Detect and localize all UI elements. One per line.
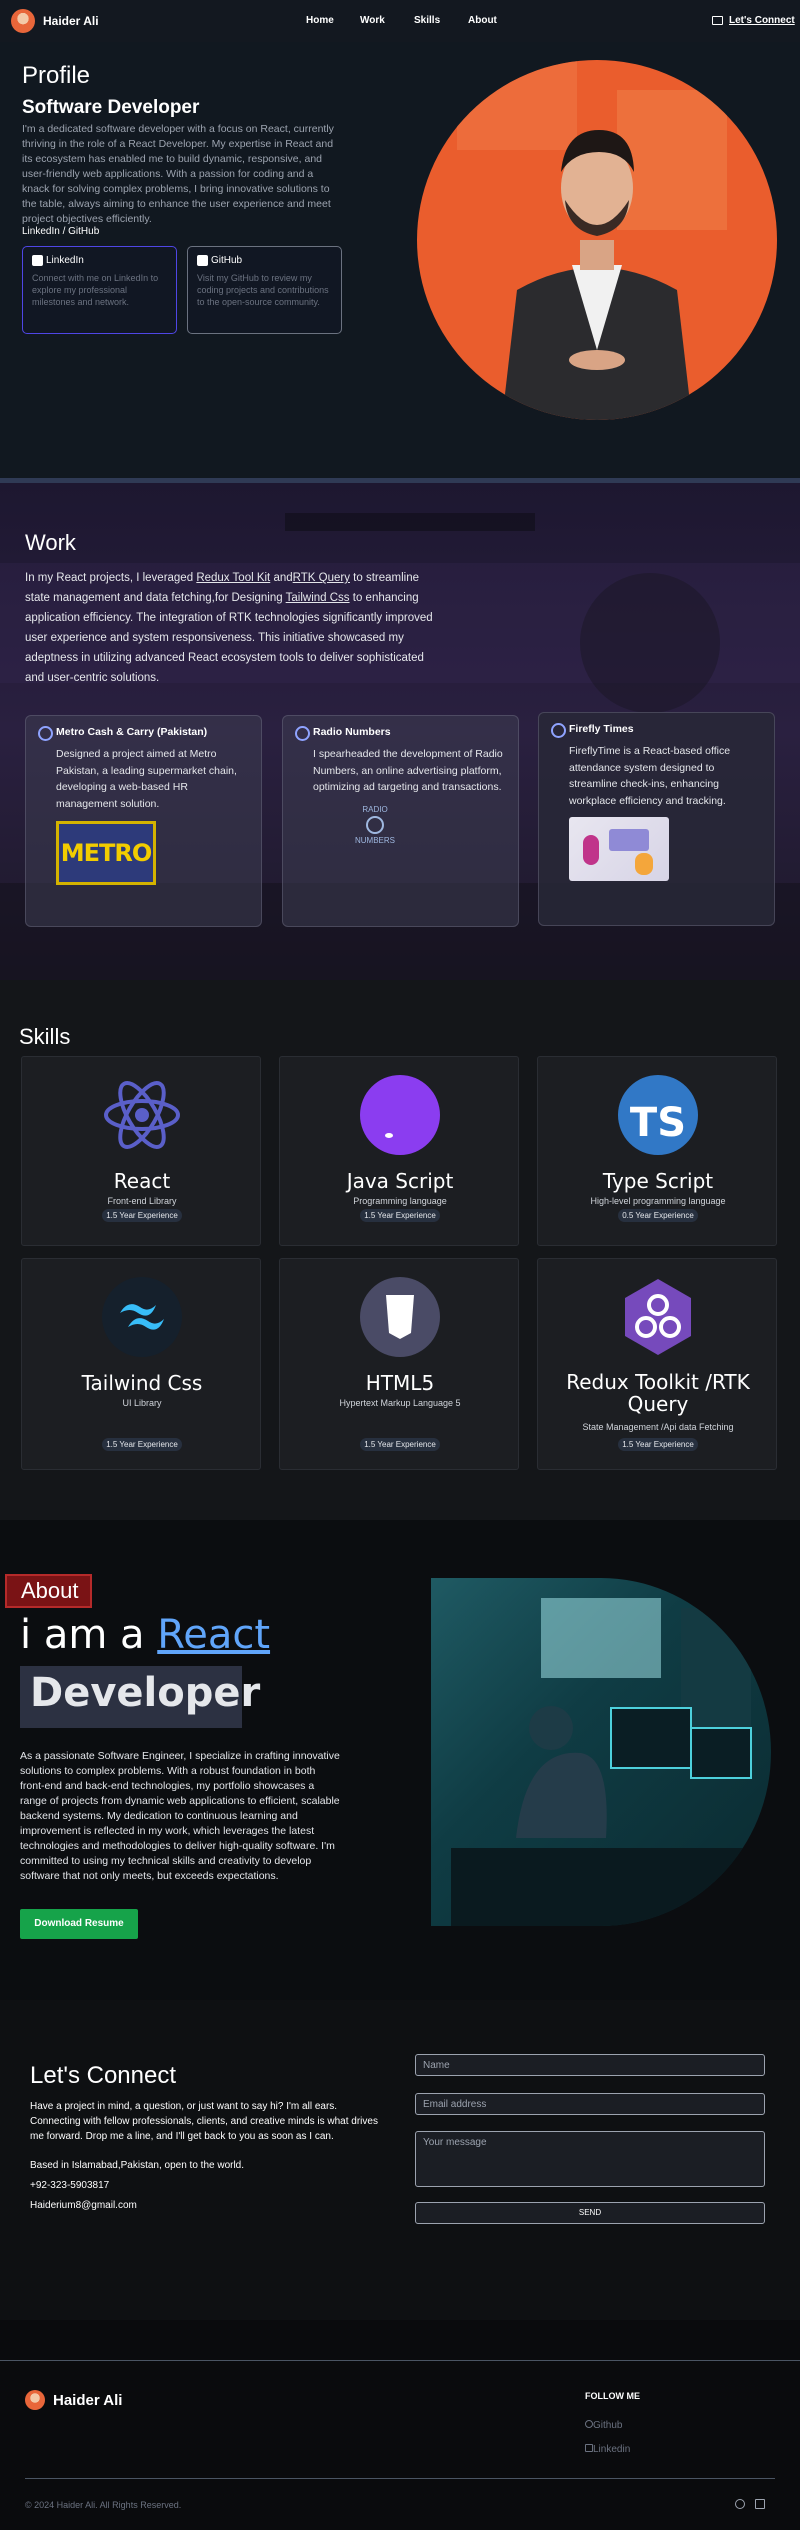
skill-card-react: React Front-end Library 1.5 Year Experie… xyxy=(21,1056,261,1246)
developer-heading: Developer xyxy=(20,1666,260,1728)
skill-category: State Management /Api data Fetching xyxy=(582,1422,734,1432)
footer xyxy=(0,2320,800,2530)
skill-card-javascript: Java Script Programming language 1.5 Yea… xyxy=(279,1056,519,1246)
nav-link-about[interactable]: About xyxy=(468,15,497,26)
copyright-text: © 2024 Haider Ali. All Rights Reserved. xyxy=(25,2500,182,2510)
react-icon xyxy=(102,1075,182,1155)
nav-link-skills[interactable]: Skills xyxy=(414,15,440,26)
firefly-illustration xyxy=(569,817,669,881)
linkedin-icon[interactable] xyxy=(755,2499,765,2509)
about-paragraph: As a passionate Software Engineer, I spe… xyxy=(20,1750,340,1882)
experience-badge: 1.5 Year Experience xyxy=(102,1438,182,1451)
links-label: LinkedIn / GitHub xyxy=(22,226,100,237)
github-icon xyxy=(585,2420,593,2428)
project-desc: I spearheaded the development of Radio N… xyxy=(313,748,503,793)
html5-icon xyxy=(360,1277,440,1357)
developer-illustration xyxy=(431,1578,771,1926)
hero-subtitle: Software Developer xyxy=(22,97,200,118)
work-title: Work xyxy=(25,530,76,555)
project-desc: Designed a project aimed at Metro Pakist… xyxy=(56,748,237,810)
linkedin-card[interactable]: LinkedIn Connect with me on LinkedIn to … xyxy=(22,246,177,334)
phone-text: +92-323-5903817 xyxy=(30,2180,110,2191)
send-button[interactable]: SEND xyxy=(415,2202,765,2224)
connect-title: Let's Connect xyxy=(30,2062,177,2089)
github-icon[interactable] xyxy=(735,2499,745,2509)
experience-badge: 1.5 Year Experience xyxy=(102,1209,182,1222)
skill-category: UI Library xyxy=(122,1398,162,1408)
redux-toolkit-link[interactable]: Redux Tool Kit xyxy=(196,572,270,584)
lets-connect-link[interactable]: Let's Connect xyxy=(729,15,795,26)
skill-category: Front-end Library xyxy=(107,1196,177,1206)
location-text: Based in Islamabad,Pakistan, open to the… xyxy=(30,2160,245,2171)
project-title: Metro Cash & Carry (Pakistan) xyxy=(38,726,249,741)
about-heading: i am a React xyxy=(20,1612,271,1658)
hero-paragraph: I'm a dedicated software developer with … xyxy=(22,123,334,225)
skill-card-tailwind: Tailwind Css UI Library 1.5 Year Experie… xyxy=(21,1258,261,1470)
typescript-icon: TS xyxy=(618,1075,698,1155)
skill-name: React xyxy=(113,1169,171,1193)
rtk-query-link[interactable]: RTK Query xyxy=(293,572,350,584)
github-icon xyxy=(197,255,208,266)
brand-name[interactable]: Haider Ali xyxy=(43,14,99,28)
profile-photo xyxy=(417,60,777,420)
skill-card-typescript: TS Type Script High-level programming la… xyxy=(537,1056,777,1246)
github-card[interactable]: GitHub Visit my GitHub to review my codi… xyxy=(187,246,342,334)
project-card-metro[interactable]: Metro Cash & Carry (Pakistan) Designed a… xyxy=(25,715,262,927)
work-paragraph: In my React projects, I leveraged Redux … xyxy=(25,572,433,684)
name-field[interactable]: Name xyxy=(415,2054,765,2076)
footer-github-link[interactable]: Github xyxy=(585,2420,622,2431)
linkedin-card-title: LinkedIn xyxy=(46,255,84,266)
footer-brand: Haider Ali xyxy=(53,2392,123,2409)
contact-card-icon xyxy=(712,16,723,25)
project-title: Firefly Times xyxy=(551,723,762,738)
skills-title: Skills xyxy=(19,1024,71,1049)
top-navbar xyxy=(0,0,800,42)
github-card-title: GitHub xyxy=(211,255,243,266)
skill-category: Hypertext Markup Language 5 xyxy=(339,1398,461,1408)
nav-link-work[interactable]: Work xyxy=(360,15,385,26)
redux-icon xyxy=(618,1277,698,1357)
follow-heading: FOLLOW ME xyxy=(585,2391,640,2401)
project-card-radio-numbers[interactable]: Radio Numbers I spearheaded the developm… xyxy=(282,715,519,927)
footer-linkedin-link[interactable]: Linkedin xyxy=(585,2444,630,2455)
avatar[interactable] xyxy=(11,9,35,33)
github-card-desc: Visit my GitHub to review my coding proj… xyxy=(197,273,329,307)
experience-badge: 0.5 Year Experience xyxy=(618,1209,698,1222)
download-resume-button[interactable]: Download Resume xyxy=(20,1909,138,1939)
footer-avatar xyxy=(25,2390,45,2410)
nav-link-home[interactable]: Home xyxy=(306,15,334,26)
skill-name: Tailwind Css xyxy=(81,1371,203,1395)
tailwind-link[interactable]: Tailwind Css xyxy=(286,592,350,604)
linkedin-card-desc: Connect with me on LinkedIn to explore m… xyxy=(32,273,159,307)
page-title: Profile xyxy=(22,62,91,89)
radio-numbers-logo: RADIO NUMBERS xyxy=(354,804,395,845)
project-desc: FireflyTime is a React-based office atte… xyxy=(569,745,731,807)
metro-logo: METRO xyxy=(56,821,156,885)
skill-name: HTML5 xyxy=(365,1371,435,1395)
email-text: Haiderium8@gmail.com xyxy=(30,2200,137,2211)
skill-name: Redux Toolkit /RTK Query xyxy=(566,1370,750,1416)
footer-divider xyxy=(0,2360,800,2361)
skill-card-html5: HTML5 Hypertext Markup Language 5 1.5 Ye… xyxy=(279,1258,519,1470)
skill-card-redux: Redux Toolkit /RTK Query State Managemen… xyxy=(537,1258,777,1470)
project-card-firefly-times[interactable]: Firefly Times FireflyTime is a React-bas… xyxy=(538,712,775,926)
project-title: Radio Numbers xyxy=(295,726,506,741)
email-field[interactable]: Email address xyxy=(415,2093,765,2115)
skill-category: High-level programming language xyxy=(590,1196,726,1206)
skill-category: Programming language xyxy=(353,1196,447,1206)
connect-paragraph: Have a project in mind, a question, or j… xyxy=(30,2101,378,2142)
skill-name: Java Script xyxy=(346,1169,454,1193)
tailwind-icon xyxy=(102,1277,182,1357)
experience-badge: 1.5 Year Experience xyxy=(360,1438,440,1451)
footer-divider xyxy=(25,2478,775,2479)
about-tag: About xyxy=(5,1574,92,1608)
experience-badge: 1.5 Year Experience xyxy=(618,1438,698,1451)
message-field[interactable]: Your message xyxy=(415,2131,765,2187)
linkedin-icon xyxy=(585,2444,593,2452)
experience-badge: 1.5 Year Experience xyxy=(360,1209,440,1222)
linkedin-icon xyxy=(32,255,43,266)
javascript-icon xyxy=(360,1075,440,1155)
skill-name: Type Script xyxy=(602,1169,714,1193)
